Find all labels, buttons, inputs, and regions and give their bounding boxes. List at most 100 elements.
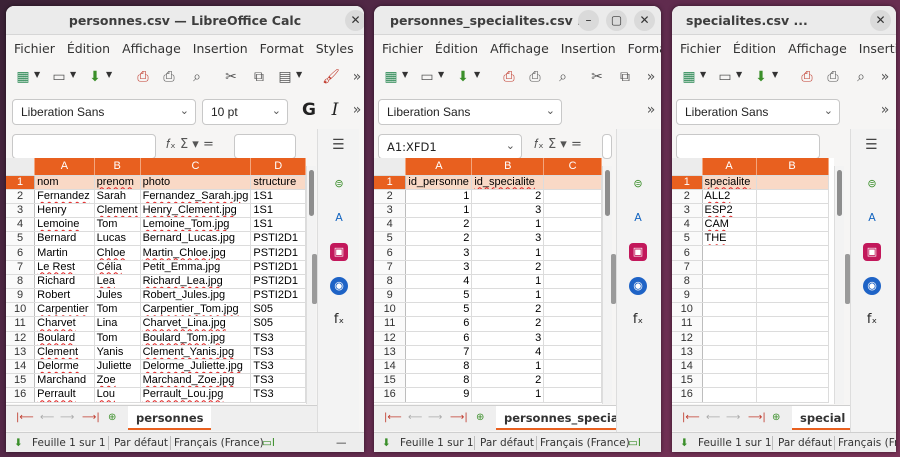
navigator-icon[interactable]: ◉ xyxy=(629,277,647,295)
spreadsheet-grid[interactable]: A B C 1 id_personne id_specialite 2 1 2 3 1 3 4 2 1 5 2 3… xyxy=(374,158,602,404)
cell[interactable]: Célia xyxy=(94,260,141,275)
cell[interactable]: 4 xyxy=(405,274,473,290)
cell[interactable] xyxy=(756,274,829,290)
cell[interactable]: TS3 xyxy=(250,373,306,389)
column-header[interactable]: D xyxy=(250,158,306,176)
styles-icon[interactable]: A xyxy=(330,209,348,227)
cell[interactable] xyxy=(543,245,602,261)
cell[interactable]: Carpentier xyxy=(34,302,95,318)
cell[interactable]: PSTI2D1 xyxy=(250,288,306,304)
cell[interactable] xyxy=(702,345,757,360)
cell[interactable] xyxy=(756,373,829,389)
cell[interactable] xyxy=(543,175,602,190)
row-header[interactable]: 5 xyxy=(6,231,36,247)
name-box[interactable] xyxy=(676,134,820,159)
column-header[interactable]: B xyxy=(94,158,141,176)
close-icon[interactable]: ✕ xyxy=(870,10,891,31)
properties-icon[interactable]: ⊜ xyxy=(330,175,348,193)
cell[interactable]: PSTI2D1 xyxy=(250,245,306,261)
menu-item[interactable]: Affichage xyxy=(482,36,549,56)
row-header[interactable]: 13 xyxy=(374,345,407,360)
chevron-down-icon[interactable]: ▼ xyxy=(474,70,480,79)
cell[interactable]: S05 xyxy=(250,316,306,332)
row-header[interactable]: 7 xyxy=(374,260,407,275)
cell[interactable]: Le Rest xyxy=(34,260,95,275)
cell[interactable]: Clement xyxy=(34,345,95,360)
more-icon[interactable]: » xyxy=(348,101,364,119)
cell[interactable]: 2 xyxy=(471,302,545,318)
cell[interactable]: 4 xyxy=(471,345,545,360)
font-name-box[interactable]: Liberation Sans ⌄ xyxy=(12,99,196,125)
row-header[interactable]: 13 xyxy=(672,345,703,360)
row-header[interactable]: 4 xyxy=(672,217,703,233)
cell[interactable] xyxy=(756,231,829,247)
chevron-down-icon[interactable]: ▼ xyxy=(296,70,302,79)
row-header[interactable]: 12 xyxy=(6,331,36,346)
cell[interactable]: PSTI2D1 xyxy=(250,231,306,247)
font-name-box[interactable]: Liberation Sans ⌄ xyxy=(676,99,840,125)
zoom-slider[interactable]: — xyxy=(336,437,347,449)
open-icon[interactable]: ▭ xyxy=(418,68,436,86)
menu-item[interactable]: Format xyxy=(620,36,661,56)
functions-icon[interactable]: fₓ xyxy=(330,311,348,329)
properties-icon[interactable]: ⊜ xyxy=(863,175,881,193)
chevron-down-icon[interactable]: ▼ xyxy=(700,70,706,79)
cell[interactable] xyxy=(756,288,829,304)
chevron-down-icon[interactable]: ▼ xyxy=(106,70,112,79)
next-sheet-icon[interactable]: ⟶ xyxy=(726,412,740,423)
cell[interactable] xyxy=(543,373,602,389)
cell[interactable]: 3 xyxy=(471,231,545,247)
cell[interactable]: prenom xyxy=(94,175,141,190)
cell[interactable]: Robert xyxy=(34,288,95,304)
row-header[interactable]: 14 xyxy=(672,359,703,375)
column-header[interactable]: C xyxy=(140,158,252,176)
cell[interactable]: 1 xyxy=(471,387,545,403)
scroll-thumb[interactable] xyxy=(309,170,314,216)
cell[interactable]: 5 xyxy=(405,302,473,318)
cell[interactable]: Henry xyxy=(34,203,95,219)
select-all-corner[interactable] xyxy=(374,158,407,176)
cell[interactable]: Tom xyxy=(94,302,141,318)
row-header[interactable]: 7 xyxy=(672,260,703,275)
cell[interactable]: Boulard xyxy=(34,331,95,346)
cell[interactable]: Richard_Lea.jpg xyxy=(140,274,252,290)
menu-item[interactable]: Édition xyxy=(427,36,478,56)
cell[interactable]: THE xyxy=(702,231,757,247)
cell[interactable]: Yanis xyxy=(94,345,141,360)
paste-icon[interactable]: ▤ xyxy=(276,68,294,86)
row-header[interactable]: 3 xyxy=(672,203,703,219)
sidebar-handle[interactable] xyxy=(312,254,317,304)
cell[interactable] xyxy=(543,288,602,304)
status-language[interactable]: Français (France) xyxy=(838,437,896,449)
menu-item[interactable]: Fichier xyxy=(672,36,721,56)
cell[interactable]: Fernandez_Sarah.jpg xyxy=(140,189,252,204)
functions-icon[interactable]: fₓ xyxy=(629,311,647,329)
menu-item[interactable]: Fichier xyxy=(6,36,55,56)
grid-table[interactable]: A B C 1 id_personne id_specialite 2 1 2 3 1 3 4 2 1 5 2 3… xyxy=(374,158,602,403)
row-header[interactable]: 8 xyxy=(374,274,407,290)
cell[interactable]: Petit_Emma.jpg xyxy=(140,260,252,275)
font-name-box[interactable]: Liberation Sans ⌄ xyxy=(378,99,562,125)
cell[interactable] xyxy=(756,302,829,318)
save-icon[interactable]: ⬇ xyxy=(454,68,472,86)
cell[interactable]: 1S1 xyxy=(250,203,306,219)
chevron-down-icon[interactable]: ▼ xyxy=(772,70,778,79)
cell[interactable]: 2 xyxy=(471,316,545,332)
row-header[interactable]: 11 xyxy=(374,316,407,332)
cell[interactable]: 1 xyxy=(471,245,545,261)
scroll-thumb[interactable] xyxy=(837,170,842,216)
new-icon[interactable]: ▦ xyxy=(14,68,32,86)
add-sheet-icon[interactable]: ⊕ xyxy=(772,412,780,423)
cell[interactable]: 1 xyxy=(471,359,545,375)
menu-item[interactable]: Insertion xyxy=(553,36,616,56)
cell[interactable]: Clement_Yanis.jpg xyxy=(140,345,252,360)
next-sheet-icon[interactable]: ⟶ xyxy=(60,412,74,423)
last-sheet-icon[interactable]: ⟶| xyxy=(748,412,766,423)
row-header[interactable]: 15 xyxy=(374,373,407,389)
titlebar[interactable]: personnes.csv — LibreOffice Calc ✕ xyxy=(6,6,364,35)
cell[interactable]: Lina xyxy=(94,316,141,332)
cell[interactable] xyxy=(756,316,829,332)
chevron-down-icon[interactable]: ▼ xyxy=(438,70,444,79)
cell[interactable] xyxy=(756,189,829,204)
cell[interactable]: Bernard xyxy=(34,231,95,247)
